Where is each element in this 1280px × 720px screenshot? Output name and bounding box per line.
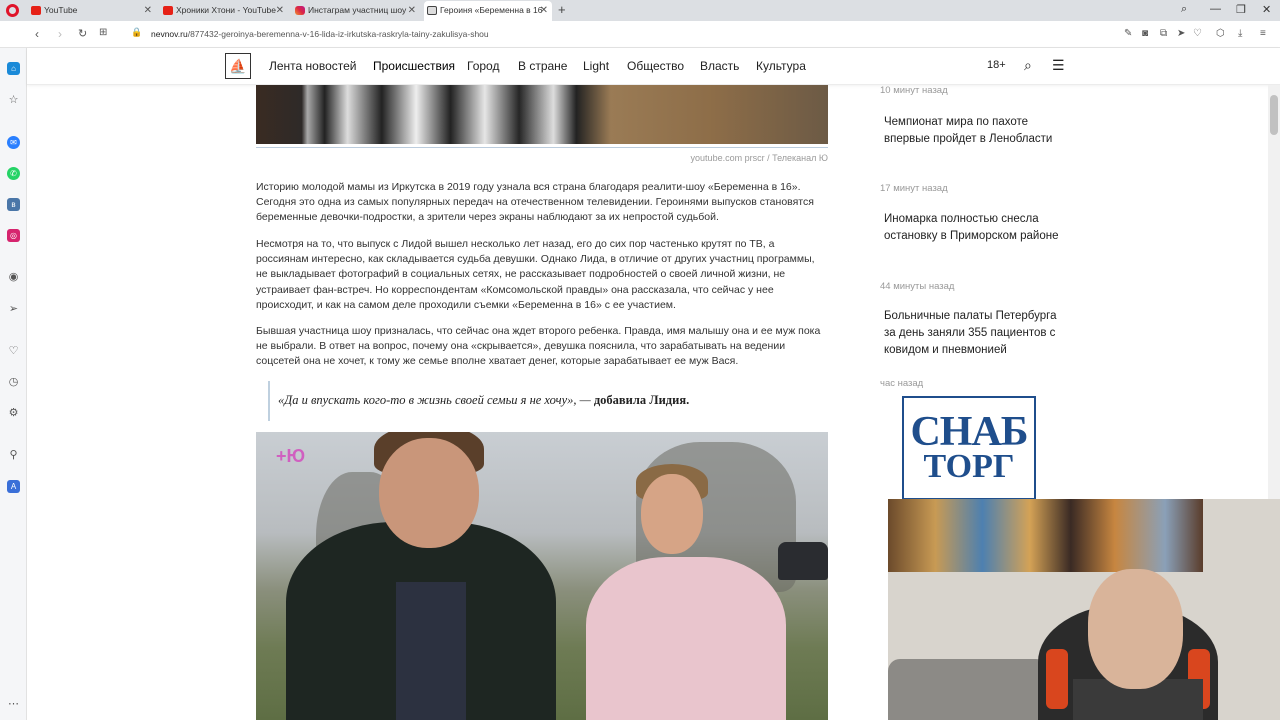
url-path: /877432-geroinya-beremenna-v-16-lida-iz-…	[187, 29, 489, 39]
youtube-favicon-icon	[163, 6, 173, 15]
news-item-link[interactable]: Больничные палаты Петербурга за день зан…	[884, 308, 1064, 359]
close-tab-icon[interactable]: ✕	[144, 1, 152, 20]
nav-culture[interactable]: Культура	[756, 59, 806, 73]
woman-face	[641, 474, 703, 554]
url-domain: nevnov.ru	[151, 29, 188, 39]
camera-icon[interactable]: ◙	[1142, 28, 1148, 39]
streamer-face	[1088, 569, 1183, 689]
news-item-link[interactable]: Иномарка полностью снесла остановку в Пр…	[884, 211, 1064, 245]
nav-city[interactable]: Город	[467, 59, 499, 73]
forward-icon[interactable]: ›	[58, 27, 62, 41]
heart-icon[interactable]: ♡	[1193, 28, 1202, 39]
nav-society[interactable]: Общество	[627, 59, 684, 73]
article-paragraph: Несмотря на то, что выпуск с Лидой вышел…	[256, 238, 815, 311]
opera-menu-icon[interactable]	[6, 4, 19, 17]
browser-sidebar: ⌂ ☆ ✉ ✆ в ◎ ◉ ➢ ♡ ◷ ⚙ ⚲ A ⋯	[0, 48, 27, 720]
news-time: час назад	[880, 378, 924, 389]
news-time: 44 минуты назад	[880, 281, 955, 292]
tab-title: Героиня «Беременна в 16	[440, 5, 543, 15]
send-icon[interactable]: ➤	[1177, 28, 1185, 39]
home-icon[interactable]: ⌂	[7, 62, 20, 75]
quote-text: «Да и впускать кого-то в жизнь своей сем…	[278, 393, 591, 407]
car	[778, 542, 828, 580]
close-tab-icon[interactable]: ✕	[408, 1, 416, 20]
minimize-icon[interactable]: —	[1210, 3, 1221, 15]
url-field[interactable]: nevnov.ru/877432-geroinya-beremenna-v-16…	[151, 29, 489, 39]
tab-title: Хроники Хтони - YouTube	[176, 5, 276, 15]
ad-line2: ТОРГ	[923, 448, 1015, 485]
messenger-icon[interactable]: ✉	[7, 136, 20, 149]
tab-bar: YouTube ✕ Хроники Хтони - YouTube ✕ Инст…	[0, 0, 1280, 21]
vk-icon[interactable]: в	[7, 198, 20, 211]
tab-instagram[interactable]: Инстаграм участниц шоу ✕	[292, 1, 420, 21]
article-photo-top	[256, 85, 828, 144]
reload-icon[interactable]: ↻	[78, 27, 87, 40]
man-shirt	[396, 582, 466, 720]
photo-caption: youtube.com prscr / Телеканал Ю	[256, 147, 828, 163]
nav-light[interactable]: Light	[583, 59, 609, 73]
man-face	[379, 438, 479, 548]
tab-search-icon[interactable]: ⌕	[1181, 3, 1187, 16]
nav-power[interactable]: Власть	[700, 59, 739, 73]
instagram-favicon-icon	[295, 6, 305, 15]
tab-title: YouTube	[44, 5, 78, 15]
flow-icon[interactable]: ➢	[7, 303, 20, 316]
instagram-icon[interactable]: ◎	[7, 229, 20, 242]
nevnov-favicon-icon	[427, 6, 437, 15]
sofa	[888, 659, 1048, 720]
tab-title: Инстаграм участниц шоу	[308, 5, 407, 15]
scrollbar-thumb[interactable]	[1270, 95, 1278, 135]
news-time: 10 минут назад	[880, 85, 948, 96]
new-tab-icon[interactable]: +	[558, 2, 566, 17]
close-tab-icon[interactable]: ✕	[276, 1, 284, 20]
settings-icon[interactable]: ⚙	[7, 407, 20, 420]
news-time: 17 минут назад	[880, 183, 948, 194]
close-tab-icon[interactable]: ✕	[540, 1, 548, 20]
site-logo-icon[interactable]: ⛵	[225, 53, 251, 79]
tv-channel-logo: +Ю	[276, 446, 306, 466]
search-icon[interactable]: ⌕	[1024, 57, 1032, 74]
wall-poster	[888, 499, 1203, 572]
player-icon[interactable]: ◉	[7, 271, 20, 284]
woman-figure	[586, 557, 786, 720]
chair-accent	[1046, 649, 1068, 709]
location-icon[interactable]: ⚲	[7, 449, 20, 462]
download-icon[interactable]: ⤓	[1238, 28, 1242, 39]
nav-news-feed[interactable]: Лента новостей	[269, 59, 357, 73]
tab-youtube[interactable]: YouTube ✕	[28, 1, 156, 21]
article-quote: «Да и впускать кого-то в жизнь своей сем…	[268, 381, 828, 421]
article-paragraph: Бывшая участница шоу призналась, что сей…	[256, 325, 821, 368]
back-icon[interactable]: ‹	[35, 27, 39, 41]
address-bar: ‹ › ↻ ⊞ 🔒 nevnov.ru/877432-geroinya-bere…	[0, 21, 1280, 48]
nav-country[interactable]: В стране	[518, 59, 567, 73]
menu-icon[interactable]: ≡	[1260, 28, 1266, 39]
close-window-icon[interactable]: ✕	[1262, 3, 1271, 16]
favorites-icon[interactable]: ♡	[7, 345, 20, 358]
news-item-link[interactable]: Чемпионат мира по пахоте впервые пройдет…	[884, 114, 1064, 148]
whatsapp-icon[interactable]: ✆	[7, 167, 20, 180]
quote-author: добавила Лидия.	[593, 393, 690, 407]
webcam-overlay	[888, 499, 1280, 720]
ad-banner[interactable]: СНАБ ТОРГ	[902, 396, 1036, 500]
history-icon[interactable]: ◷	[7, 376, 20, 389]
hamburger-menu-icon[interactable]: ☰	[1052, 57, 1065, 74]
age-rating-badge: 18+	[987, 59, 1006, 71]
nav-incidents[interactable]: Происшествия	[373, 59, 455, 73]
more-icon[interactable]: ⋯	[7, 698, 20, 711]
tab-khroniki[interactable]: Хроники Хтони - YouTube ✕	[160, 1, 288, 21]
youtube-favicon-icon	[31, 6, 41, 15]
lock-icon: 🔒	[131, 27, 143, 37]
edit-icon[interactable]: ✎	[1124, 28, 1132, 39]
tabs-grid-icon[interactable]: ⊞	[99, 27, 107, 38]
star-icon[interactable]: ☆	[7, 94, 20, 107]
extension-icon[interactable]: ⬡	[1216, 28, 1225, 39]
article-photo-main: +Ю	[256, 432, 828, 720]
cast-icon[interactable]: ⧉	[1160, 28, 1167, 39]
site-header: ⛵ Лента новостей Происшествия Город В ст…	[27, 48, 1280, 85]
maximize-icon[interactable]: ❐	[1236, 3, 1246, 16]
translate-icon[interactable]: A	[7, 480, 20, 493]
article-paragraph: Историю молодой мамы из Иркутска в 2019 …	[256, 181, 814, 224]
tab-article[interactable]: Героиня «Беременна в 16 ✕	[424, 1, 552, 21]
